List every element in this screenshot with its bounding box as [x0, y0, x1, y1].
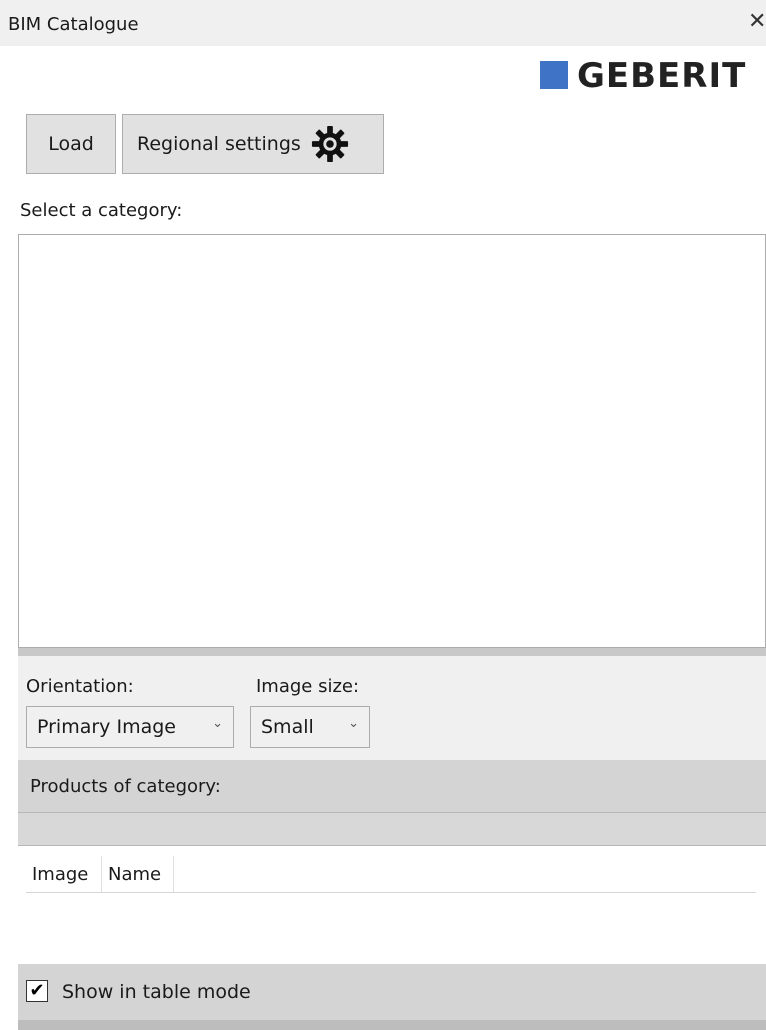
orientation-select[interactable]: Primary Image ⌄	[26, 706, 234, 748]
bottom-strip	[18, 1020, 766, 1030]
window-title: BIM Catalogue	[8, 14, 139, 35]
products-toolbar	[18, 812, 766, 846]
title-bar: BIM Catalogue ✕	[0, 0, 766, 46]
regional-settings-label: Regional settings	[137, 133, 301, 155]
orientation-label: Orientation:	[26, 676, 134, 697]
orientation-value: Primary Image	[37, 716, 176, 738]
bim-catalogue-panel: BIM Catalogue ✕ GEBERIT Load Regional se…	[0, 0, 766, 1030]
load-button[interactable]: Load	[26, 114, 116, 174]
load-button-label: Load	[48, 133, 94, 155]
column-header-name[interactable]: Name	[102, 856, 174, 892]
gear-icon	[311, 125, 348, 163]
splitter[interactable]	[18, 648, 766, 656]
column-header-image[interactable]: Image	[26, 856, 102, 892]
chevron-down-icon: ⌄	[348, 716, 359, 731]
products-table-header: Image Name	[26, 856, 756, 893]
category-list[interactable]	[18, 234, 766, 648]
close-icon[interactable]: ✕	[748, 11, 766, 33]
chevron-down-icon: ⌄	[212, 716, 223, 731]
category-label: Select a category:	[20, 200, 183, 221]
table-mode-label[interactable]: Show in table mode	[62, 981, 251, 1003]
table-mode-checkbox[interactable]: ✔	[26, 980, 48, 1002]
products-header: Products of category:	[18, 760, 766, 812]
logo-text: GEBERIT	[577, 56, 747, 96]
image-size-select[interactable]: Small ⌄	[250, 706, 370, 748]
table-mode-bar: ✔ Show in table mode	[18, 964, 766, 1020]
logo-square	[540, 61, 568, 89]
image-size-label: Image size:	[256, 676, 360, 697]
products-header-label: Products of category:	[30, 776, 221, 797]
image-size-value: Small	[261, 716, 314, 738]
regional-settings-button[interactable]: Regional settings	[122, 114, 384, 174]
